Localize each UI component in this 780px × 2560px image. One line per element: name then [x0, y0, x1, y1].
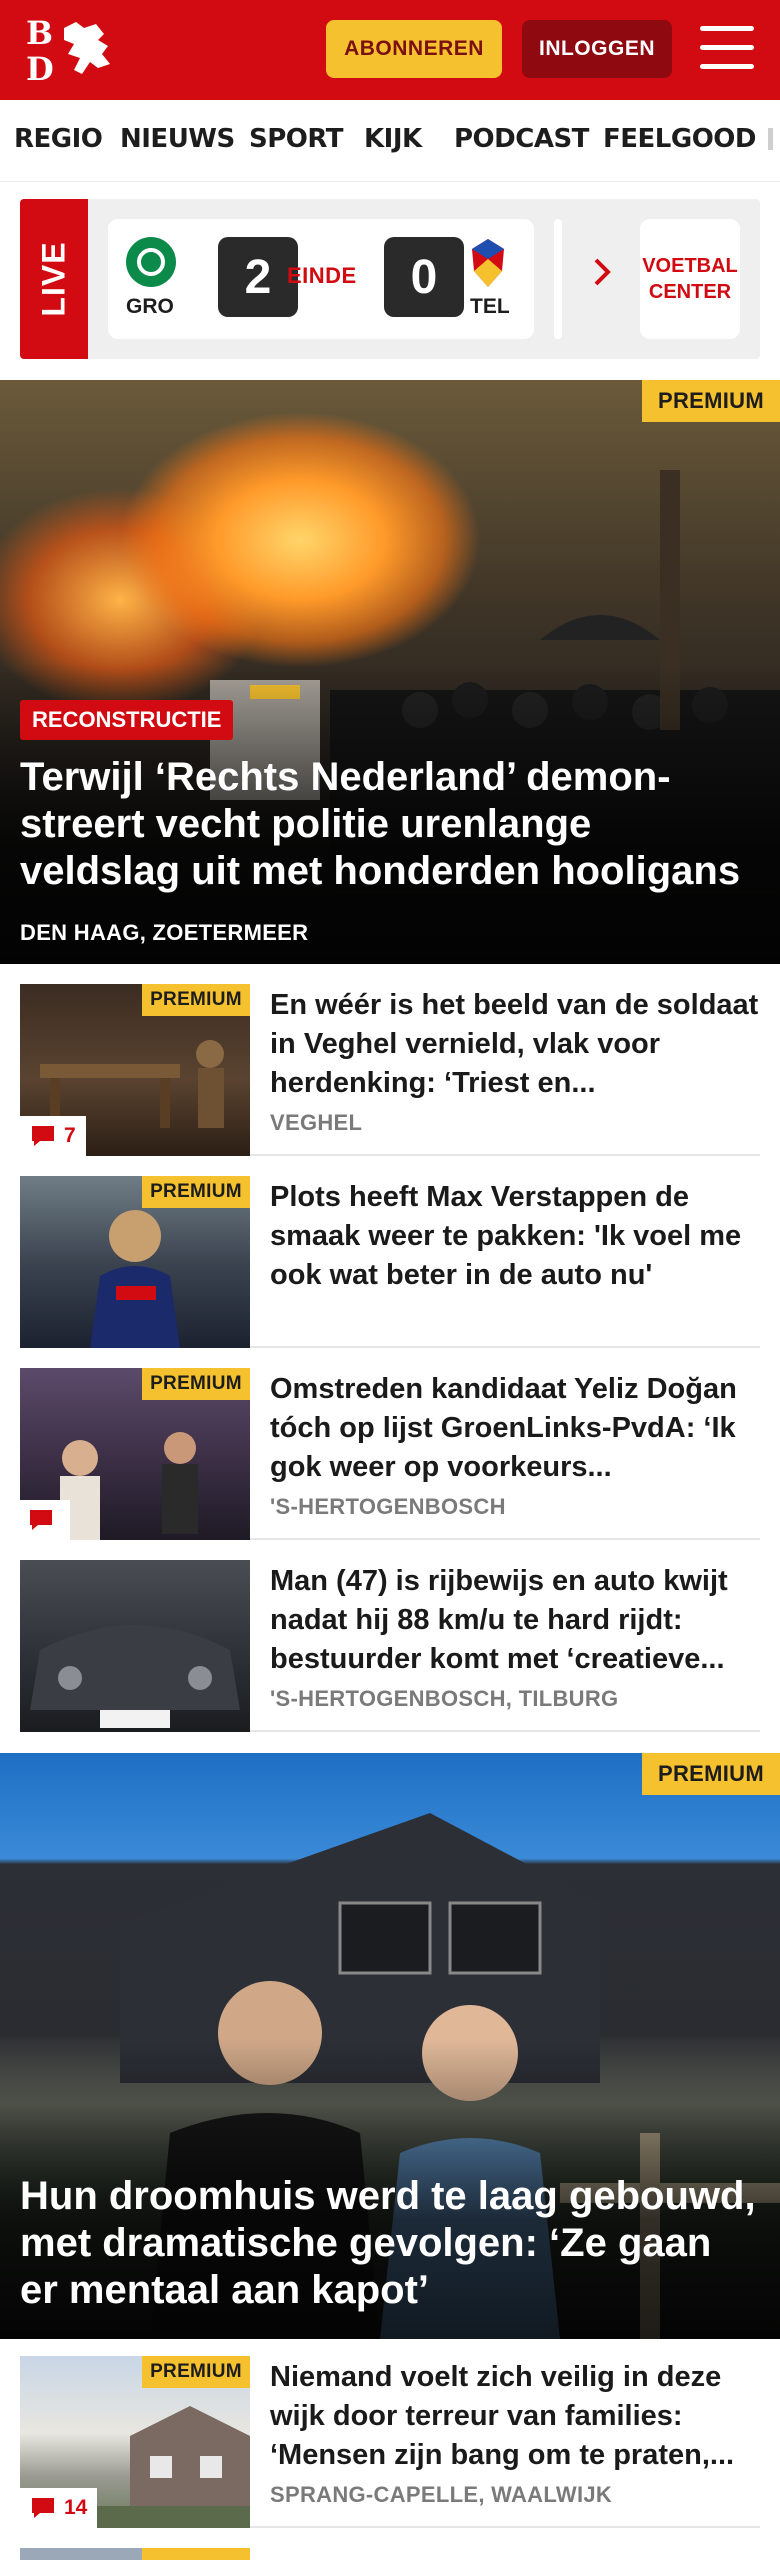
premium-badge: PREMIUM [142, 1368, 250, 1400]
svg-text:D: D [26, 50, 54, 86]
premium-badge: PREMIUM [142, 984, 250, 1016]
list-item[interactable]: PREMIUM 7 En wéér is het beeld van de so… [20, 984, 760, 1156]
comment-count[interactable]: 14 [20, 2488, 98, 2528]
premium-badge: PREMIUM [642, 1753, 780, 1795]
list-item[interactable]: PREMIUM 14 Niemand voelt zich veilig in … [20, 2356, 760, 2528]
card-separator [554, 219, 562, 339]
voetbal-center-link[interactable]: VOETBAL CENTER [640, 219, 740, 339]
comment-icon [30, 1510, 52, 1530]
list-item[interactable]: PREMIUM Plots heeft Max Verstappen de sm… [20, 1176, 760, 1348]
list-item[interactable]: Man (47) is rijbewijs en auto kwijt nada… [20, 1560, 760, 1732]
bd-logo[interactable]: B D [24, 14, 120, 86]
nav-item-sport[interactable]: SPORT [249, 124, 343, 154]
live-scores-strip[interactable]: LIVE GRO 2 EINDE 0 TEL VOETBAL CENTER [20, 199, 760, 359]
subscribe-button[interactable]: ABONNEREN [326, 20, 502, 78]
hero-article-riots[interactable]: PREMIUM RECONSTRUCTIE Terwijl ‘Rechts Ne… [0, 380, 780, 964]
article-thumbnail [20, 1560, 250, 1732]
premium-badge [142, 2548, 250, 2560]
comment-icon [32, 2498, 54, 2518]
comment-count[interactable] [20, 1500, 70, 1540]
article-thumbnail: PREMIUM 7 [20, 984, 250, 1156]
live-label: LIVE [20, 199, 88, 359]
article-headline[interactable]: Niemand voelt zich veilig in deze wijk d… [270, 2358, 760, 2475]
match-card[interactable]: GRO 2 EINDE 0 TEL [108, 219, 534, 339]
hero-headline[interactable]: Hun droomhuis werd te laag gebouwd, met … [20, 2173, 760, 2314]
nav-item-podcast[interactable]: PODCAST [454, 124, 589, 154]
chevron-right-icon[interactable] [592, 257, 612, 287]
nav-overflow-indicator [768, 128, 773, 150]
list-item[interactable]: PREMIUM Omstreden kandidaat Yeliz Doğan … [20, 1368, 760, 1540]
hero-location: DEN HAAG, ZOETERMEER [20, 920, 309, 945]
premium-badge: PREMIUM [142, 1176, 250, 1208]
nav-item-feelgood[interactable]: FEELGOOD [603, 124, 756, 154]
article-headline[interactable]: Plots heeft Max Verstappen de smaak weer… [270, 1178, 760, 1295]
away-score: 0 [384, 237, 464, 317]
article-location: 'S-HERTOGENBOSCH, TILBURG [270, 1686, 619, 1711]
section-nav: REGIO NIEUWS SPORT KIJK PODCAST FEELGOOD [0, 100, 780, 182]
home-score: 2 [218, 237, 298, 317]
list-item-partial[interactable] [20, 2548, 760, 2560]
article-thumbnail: PREMIUM [20, 1368, 250, 1540]
away-team-code: TEL [470, 295, 510, 318]
article-thumbnail: PREMIUM [20, 1176, 250, 1348]
fc-groningen-crest-icon [126, 237, 176, 287]
match-status: EINDE [287, 263, 357, 288]
login-button[interactable]: INLOGGEN [522, 20, 672, 78]
article-headline[interactable]: Omstreden kandidaat Yeliz Doğan tóch op … [270, 1370, 760, 1487]
article-location: SPRANG-CAPELLE, WAALWIJK [270, 2482, 613, 2507]
hamburger-icon[interactable] [700, 26, 754, 72]
category-tag: RECONSTRUCTIE [20, 700, 234, 740]
hero-headline[interactable]: Terwijl ‘Rechts Nederland’ demon­streert… [20, 754, 760, 895]
article-headline[interactable]: En wéér is het beeld van de soldaat in V… [270, 986, 760, 1103]
top-bar: B D ABONNEREN INLOGGEN [0, 0, 780, 100]
nav-item-nieuws[interactable]: NIEUWS [120, 124, 235, 154]
premium-badge: PREMIUM [642, 380, 780, 422]
hero-article-dream-house[interactable]: PREMIUM Hun droomhuis werd te laag gebou… [0, 1753, 780, 2339]
nav-item-kijk[interactable]: KIJK [364, 124, 422, 154]
comment-count[interactable]: 7 [20, 1116, 86, 1156]
premium-badge: PREMIUM [142, 2356, 250, 2388]
comment-icon [32, 1126, 54, 1146]
telstar-crest-icon [472, 239, 504, 287]
article-thumbnail: PREMIUM 14 [20, 2356, 250, 2528]
home-team-code: GRO [126, 295, 174, 318]
nav-item-regio[interactable]: REGIO [14, 124, 103, 154]
svg-text:B: B [26, 14, 53, 52]
article-headline[interactable]: Man (47) is rijbewijs en auto kwijt nada… [270, 1562, 760, 1679]
article-location: 'S-HERTOGENBOSCH [270, 1494, 506, 1519]
article-location: VEGHEL [270, 1110, 363, 1135]
